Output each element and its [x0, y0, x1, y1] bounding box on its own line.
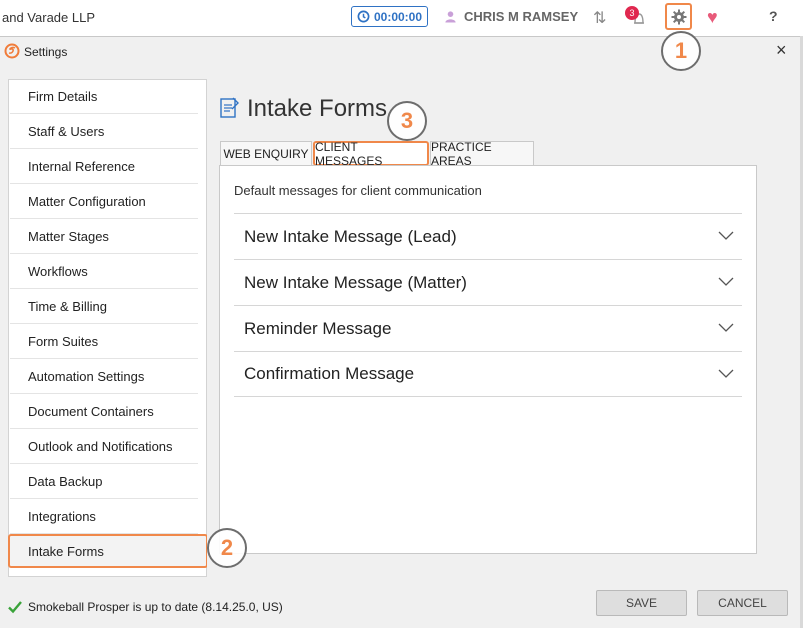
chevron-down-icon [718, 369, 734, 378]
sidebar-item-internal-reference[interactable]: Internal Reference [10, 150, 198, 184]
update-status: Smokeball Prosper is up to date (8.14.25… [8, 600, 283, 614]
callout-3: 3 [387, 101, 427, 141]
cancel-button[interactable]: CANCEL [697, 590, 788, 616]
sidebar-item-time-billing[interactable]: Time & Billing [10, 290, 198, 324]
smokeball-logo-icon [4, 43, 20, 59]
dialog-title: Settings [24, 45, 68, 59]
heart-icon[interactable]: ♥ [707, 7, 718, 28]
accordion-label: Confirmation Message [244, 364, 415, 383]
sidebar-item-integrations[interactable]: Integrations [10, 500, 198, 534]
update-status-text: Smokeball Prosper is up to date (8.14.25… [28, 600, 283, 614]
accordion-confirmation-message[interactable]: Confirmation Message [234, 351, 742, 397]
accordion-reminder-message[interactable]: Reminder Message [234, 305, 742, 351]
user-menu[interactable]: CHRIS M RAMSEY [444, 9, 578, 24]
help-icon[interactable]: ? [769, 8, 778, 24]
save-button[interactable]: SAVE [596, 590, 687, 616]
accordion-label: Reminder Message [244, 318, 392, 338]
clock-icon [357, 10, 370, 23]
chevron-down-icon [718, 231, 734, 240]
timer-button[interactable]: 00:00:00 [351, 6, 428, 27]
form-icon [220, 97, 239, 118]
callout-1: 1 [661, 31, 701, 71]
accordion-label: New Intake Message (Lead) [244, 226, 457, 246]
callout-2: 2 [207, 528, 247, 568]
sidebar-item-firm-details[interactable]: Firm Details [10, 80, 198, 114]
sidebar-item-matter-configuration[interactable]: Matter Configuration [10, 185, 198, 219]
sync-icon[interactable]: ⇅ [593, 8, 606, 28]
settings-gear-button[interactable] [665, 3, 692, 30]
gear-icon [671, 9, 686, 24]
page-title: Intake Forms [247, 95, 388, 122]
checkmark-icon [8, 601, 22, 614]
sidebar-item-data-backup[interactable]: Data Backup [10, 465, 198, 499]
firm-name: and Varade LLP [2, 10, 95, 25]
tab-practice-areas[interactable]: PRACTICE AREAS [430, 140, 534, 168]
description-text: Default messages for client communicatio… [234, 183, 482, 198]
sidebar-item-intake-forms[interactable]: Intake Forms [8, 534, 208, 568]
accordion-new-intake-matter[interactable]: New Intake Message (Matter) [234, 259, 742, 305]
timer-value: 00:00:00 [373, 9, 423, 24]
sidebar-item-staff-users[interactable]: Staff & Users [10, 115, 198, 149]
sidebar-item-document-containers[interactable]: Document Containers [10, 395, 198, 429]
chevron-down-icon [718, 277, 734, 286]
accordion-label: New Intake Message (Matter) [244, 272, 467, 292]
user-icon [445, 11, 456, 23]
close-icon[interactable]: × [776, 40, 787, 61]
chevron-down-icon [718, 323, 734, 332]
sidebar-item-workflows[interactable]: Workflows [10, 255, 198, 289]
sidebar-item-outlook-notifications[interactable]: Outlook and Notifications [10, 430, 198, 464]
tab-client-messages[interactable]: CLIENT MESSAGES [313, 140, 429, 168]
notification-badge: 3 [625, 6, 639, 20]
sidebar-item-form-suites[interactable]: Form Suites [10, 325, 198, 359]
tab-web-enquiry[interactable]: WEB ENQUIRY [220, 141, 312, 166]
sidebar-item-automation-settings[interactable]: Automation Settings [10, 360, 198, 394]
sidebar-item-matter-stages[interactable]: Matter Stages [10, 220, 198, 254]
user-name: CHRIS M RAMSEY [464, 9, 579, 24]
accordion-new-intake-lead[interactable]: New Intake Message (Lead) [234, 213, 742, 259]
